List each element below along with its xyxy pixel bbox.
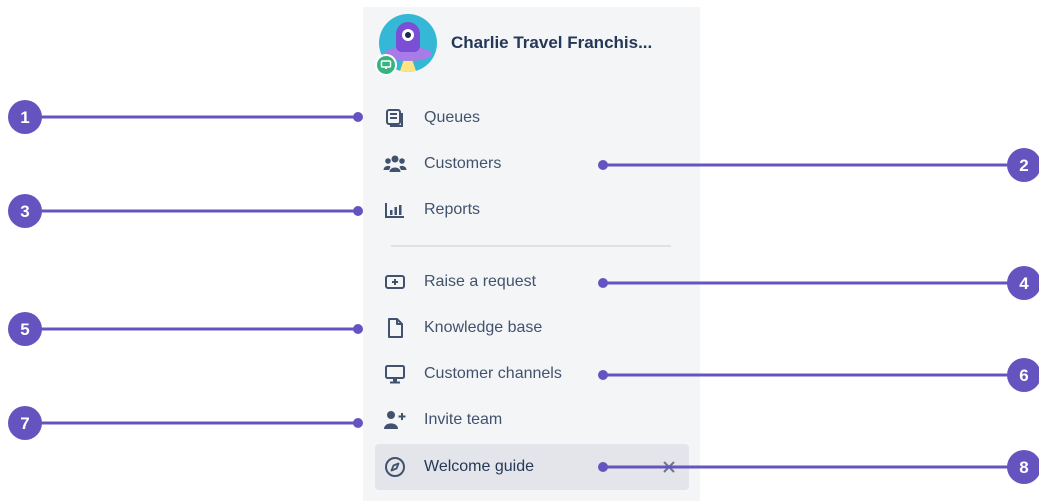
callout-number: 1 (20, 108, 29, 127)
callout-number: 2 (1019, 156, 1028, 175)
callout-1: 1 (8, 100, 363, 134)
callout-number: 5 (20, 320, 29, 339)
callout-number: 3 (20, 202, 29, 221)
callout-number: 8 (1019, 458, 1028, 477)
callout-8: 8 (598, 450, 1039, 484)
callout-4: 4 (598, 266, 1039, 300)
callout-number: 7 (20, 414, 29, 433)
callout-3: 3 (8, 194, 363, 228)
callout-6: 6 (598, 358, 1039, 392)
callout-number: 4 (1019, 274, 1029, 293)
callout-5: 5 (8, 312, 363, 346)
callout-overlay: 1 2 3 4 5 6 7 8 (8, 100, 1039, 484)
callout-number: 6 (1019, 366, 1028, 385)
callout-7: 7 (8, 406, 363, 440)
callout-2: 2 (598, 148, 1039, 182)
